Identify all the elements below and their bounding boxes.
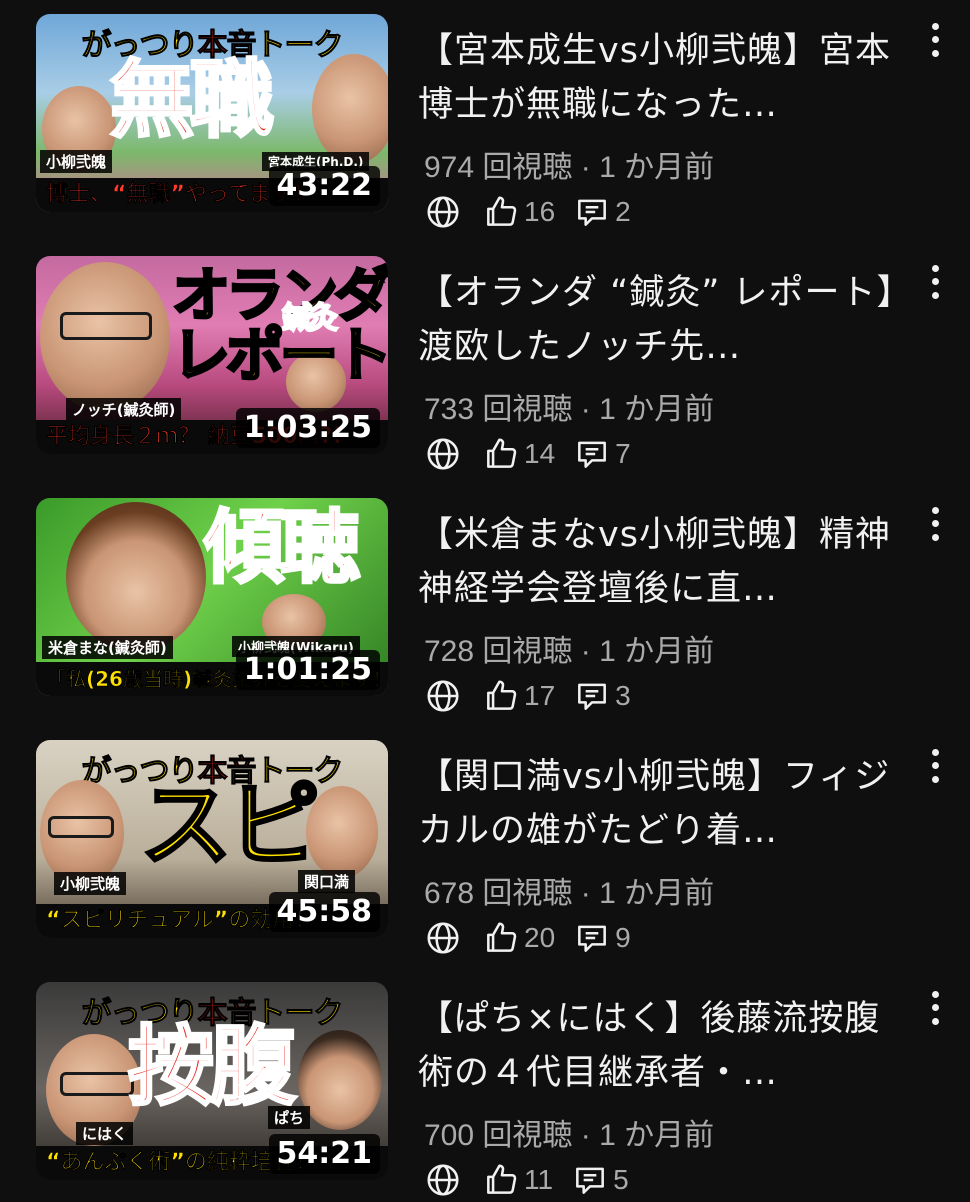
thumbnail-headline: 按腹 <box>127 1017 298 1117</box>
video-list: がっつり本音トーク 無職 小柳弐魄 宮本成生(Ph.D.) 博士、“無職”やって… <box>0 0 970 1200</box>
thumbnail-headline: 無職 <box>108 51 275 149</box>
comment-count: 7 <box>615 438 631 469</box>
host-name-tag: 小柳弐魄 <box>40 150 113 173</box>
globe-icon[interactable] <box>424 677 462 715</box>
host-name-tag: 米倉まな(鍼灸師) <box>42 636 173 659</box>
globe-icon[interactable] <box>424 193 462 231</box>
upload-age: 1 か月前 <box>599 151 715 184</box>
video-thumbnail[interactable]: がっつり本音トーク スピ 小柳弐魄 関口満 “スピリチュアル”の効用！ 45:5… <box>36 740 388 938</box>
upload-age: 1 か月前 <box>599 877 715 910</box>
host-face <box>66 502 206 652</box>
comment-icon[interactable] <box>573 435 611 473</box>
comment-count: 2 <box>615 196 631 227</box>
like-count: 11 <box>524 1164 554 1195</box>
video-thumbnail[interactable]: オランダ レポート 鍼灸 ノッチ(鍼灸師) 平均身長２ｍ？ 納豆500円?! 1… <box>36 256 388 454</box>
upload-age: 1 か月前 <box>599 1119 715 1152</box>
comment-icon[interactable] <box>571 1161 609 1199</box>
globe-icon[interactable] <box>424 919 462 957</box>
video-thumbnail[interactable]: がっつり本音トーク 無職 小柳弐魄 宮本成生(Ph.D.) 博士、“無職”やって… <box>36 14 388 212</box>
glasses <box>60 312 152 340</box>
video-meta: 974 回視聴 · 1 か月前 <box>424 151 715 184</box>
video-actions: 11 5 <box>424 1158 647 1202</box>
video-actions: 14 7 <box>424 432 649 476</box>
like-count: 17 <box>524 680 556 711</box>
like-count: 20 <box>524 922 556 953</box>
video-duration: 1:03:25 <box>235 408 380 448</box>
more-options-icon[interactable] <box>920 746 950 786</box>
guest-face <box>306 786 378 878</box>
video-meta: 700 回視聴 · 1 か月前 <box>424 1119 715 1152</box>
guest-name-tag: 関口満 <box>298 870 356 893</box>
video-row[interactable]: がっつり本音トーク 按腹 にはく ぱち “あんぷく術”の純粋培養！ 54:21 … <box>0 982 970 1202</box>
thumbs-up-icon[interactable] <box>482 919 520 957</box>
comment-icon[interactable] <box>573 919 611 957</box>
thumbs-up-icon[interactable] <box>482 435 520 473</box>
guest-face <box>298 1030 382 1130</box>
more-options-icon[interactable] <box>920 20 950 60</box>
video-meta: 733 回視聴 · 1 か月前 <box>424 393 715 426</box>
like-count: 16 <box>524 196 556 227</box>
video-title[interactable]: 【宮本成生vs小柳弐魄】宮本博士が無職になった… <box>418 24 898 132</box>
host-name-tag: にはく <box>76 1122 134 1145</box>
video-actions: 20 9 <box>424 916 649 960</box>
guest-face <box>312 54 388 164</box>
thumbnail-headline-2: レポート <box>171 321 389 389</box>
video-thumbnail[interactable]: がっつり本音トーク 按腹 にはく ぱち “あんぷく術”の純粋培養！ 54:21 <box>36 982 388 1180</box>
video-row[interactable]: がっつり本音トーク スピ 小柳弐魄 関口満 “スピリチュアル”の効用！ 45:5… <box>0 740 970 960</box>
video-title[interactable]: 【ぱち×にはく】後藤流按腹術の４代目継承者・… <box>418 992 898 1100</box>
glasses <box>60 1072 134 1096</box>
thumbs-up-icon[interactable] <box>482 193 520 231</box>
video-actions: 16 2 <box>424 190 649 234</box>
video-duration: 43:22 <box>268 166 380 206</box>
view-count: 733 回視聴 <box>424 393 573 426</box>
like-count: 14 <box>524 438 556 469</box>
more-options-icon[interactable] <box>920 988 950 1028</box>
globe-icon[interactable] <box>424 435 462 473</box>
comment-count: 3 <box>615 680 631 711</box>
thumbnail-subheadline: 鍼灸 <box>281 301 339 336</box>
video-duration: 45:58 <box>268 892 380 932</box>
thumbs-up-icon[interactable] <box>482 677 520 715</box>
upload-age: 1 か月前 <box>599 635 715 668</box>
thumbnail-headline: 傾聴 <box>203 501 362 594</box>
video-meta: 678 回視聴 · 1 か月前 <box>424 877 715 910</box>
view-count: 974 回視聴 <box>424 151 573 184</box>
thumbs-up-icon[interactable] <box>482 1161 520 1199</box>
thumbnail-headline: スピ <box>138 772 321 879</box>
upload-age: 1 か月前 <box>599 393 715 426</box>
video-row[interactable]: 傾聴 米倉まな(鍼灸師) 小柳弐魄(Wikaru) 「私(26歳当時)鍼灸業界を… <box>0 498 970 718</box>
video-title[interactable]: 【米倉まなvs小柳弐魄】精神神経学会登壇後に直… <box>418 508 898 616</box>
video-duration: 54:21 <box>268 1134 380 1174</box>
comment-count: 5 <box>613 1164 629 1195</box>
video-duration: 1:01:25 <box>235 650 380 690</box>
video-thumbnail[interactable]: 傾聴 米倉まな(鍼灸師) 小柳弐魄(Wikaru) 「私(26歳当時)鍼灸業界を… <box>36 498 388 696</box>
more-options-icon[interactable] <box>920 504 950 544</box>
comment-count: 9 <box>615 922 631 953</box>
video-row[interactable]: オランダ レポート 鍼灸 ノッチ(鍼灸師) 平均身長２ｍ？ 納豆500円?! 1… <box>0 256 970 476</box>
video-meta: 728 回視聴 · 1 か月前 <box>424 635 715 668</box>
host-name-tag: 小柳弐魄 <box>54 872 127 895</box>
thumbnail-headline: オランダ <box>171 261 389 329</box>
comment-icon[interactable] <box>573 193 611 231</box>
globe-icon[interactable] <box>424 1161 462 1199</box>
video-title[interactable]: 【オランダ “鍼灸” レポート】渡欧したノッチ先… <box>418 266 898 374</box>
view-count: 728 回視聴 <box>424 635 573 668</box>
view-count: 700 回視聴 <box>424 1119 573 1152</box>
glasses <box>48 816 114 838</box>
video-row[interactable]: がっつり本音トーク 無職 小柳弐魄 宮本成生(Ph.D.) 博士、“無職”やって… <box>0 14 970 234</box>
comment-icon[interactable] <box>573 677 611 715</box>
video-title[interactable]: 【関口満vs小柳弐魄】フィジカルの雄がたどり着… <box>418 750 898 858</box>
view-count: 678 回視聴 <box>424 877 573 910</box>
guest-name-tag: ぱち <box>268 1106 311 1129</box>
video-actions: 17 3 <box>424 674 649 718</box>
host-name-tag: ノッチ(鍼灸師) <box>66 398 182 421</box>
more-options-icon[interactable] <box>920 262 950 302</box>
